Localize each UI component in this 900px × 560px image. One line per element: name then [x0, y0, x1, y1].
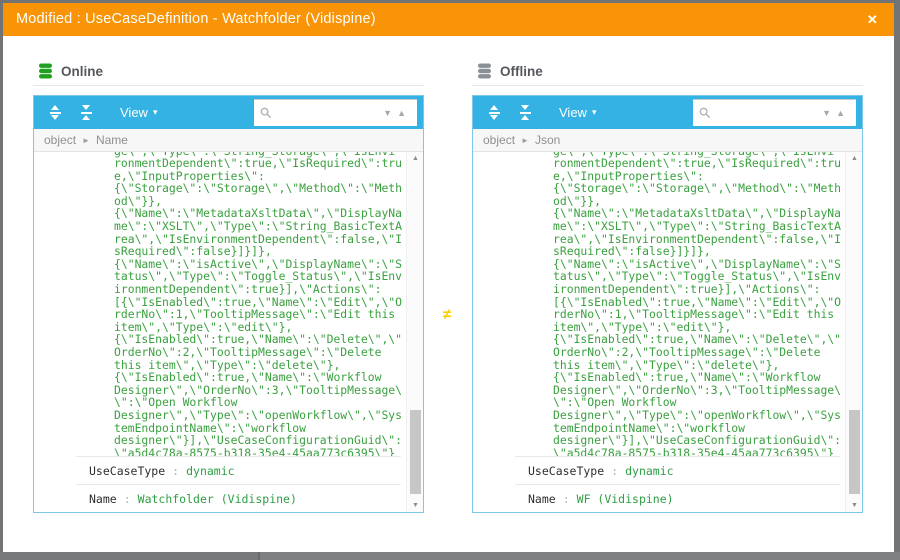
dialog-title: Modified : UseCaseDefinition - Watchfold… [16, 11, 376, 27]
breadcrumb[interactable]: object ► Name [34, 129, 423, 152]
view-dropdown-label: View [120, 105, 148, 120]
field-name: UseCaseType [528, 464, 604, 478]
collapse-all-icon[interactable] [75, 102, 97, 124]
view-dropdown[interactable]: View ▾ [559, 105, 596, 120]
search-input[interactable] [272, 106, 383, 120]
json-text: ge\",\"Type\":\"String_Storage\",\"IsEnv… [114, 152, 405, 456]
editor-toolbar: View ▾ ▼▲ [34, 96, 423, 129]
breadcrumb-root[interactable]: object [44, 133, 76, 147]
breadcrumb-arrow-icon: ► [82, 136, 90, 145]
field-name: Name [89, 492, 117, 506]
collapse-all-icon[interactable] [514, 102, 536, 124]
database-icon [38, 63, 53, 79]
editor-body: ge\",\"Type\":\"String_Storage\",\"IsEnv… [473, 152, 862, 512]
field-value: Watchfolder (Vidispine) [138, 492, 297, 506]
scroll-down-icon[interactable]: ▼ [846, 502, 862, 509]
field-name: Name [528, 492, 556, 506]
breadcrumb-leaf[interactable]: Json [535, 133, 560, 147]
scroll-down-icon[interactable]: ▼ [407, 502, 423, 509]
offline-heading: Offline [472, 63, 863, 79]
field-separator: : [165, 464, 186, 478]
breadcrumb-arrow-icon: ► [521, 136, 529, 145]
search-nav-icons[interactable]: ▼▲ [822, 108, 850, 118]
field-separator: : [556, 492, 577, 506]
online-heading: Online [33, 63, 424, 79]
editor-toolbar: View ▾ ▼▲ [473, 96, 862, 129]
search-nav-icons[interactable]: ▼▲ [383, 108, 411, 118]
search-icon [699, 107, 711, 119]
view-dropdown[interactable]: View ▾ [120, 105, 157, 120]
search-next-icon[interactable]: ▼ [383, 108, 397, 118]
online-json-editor: View ▾ ▼▲ object ► Name [33, 95, 424, 513]
json-string-view: ge\",\"Type\":\"String_Storage\",\"IsEnv… [473, 152, 844, 456]
breadcrumb-leaf[interactable]: Name [96, 133, 128, 147]
dialog-titlebar: Modified : UseCaseDefinition - Watchfold… [3, 3, 894, 36]
heading-divider [33, 85, 424, 86]
field-row-name: Name : WF (Vidispine) [473, 485, 862, 512]
json-string-view: ge\",\"Type\":\"String_Storage\",\"IsEnv… [34, 152, 405, 456]
offline-label: Offline [500, 64, 543, 79]
scrollbar-thumb[interactable] [410, 410, 421, 494]
json-text: ge\",\"Type\":\"String_Storage\",\"IsEnv… [553, 152, 844, 456]
field-row-name: Name : Watchfolder (Vidispine) [34, 485, 423, 512]
search-next-icon[interactable]: ▼ [822, 108, 836, 118]
modal-dialog: Modified : UseCaseDefinition - Watchfold… [3, 3, 894, 552]
search-box: ▼▲ [254, 99, 417, 126]
search-prev-icon[interactable]: ▲ [836, 108, 850, 118]
chevron-down-icon: ▾ [592, 107, 597, 118]
scroll-up-icon[interactable]: ▲ [407, 155, 423, 162]
field-value: dynamic [625, 464, 673, 478]
field-row-usecasetype: UseCaseType : dynamic [34, 457, 423, 484]
search-box: ▼▲ [693, 99, 856, 126]
expand-all-icon[interactable] [44, 102, 66, 124]
view-dropdown-label: View [559, 105, 587, 120]
not-equal-icon: ≠ [443, 306, 451, 323]
search-prev-icon[interactable]: ▲ [397, 108, 411, 118]
field-value: WF (Vidispine) [577, 492, 674, 506]
field-separator: : [604, 464, 625, 478]
search-input[interactable] [711, 106, 822, 120]
offline-column: Offline View ▾ [472, 63, 863, 513]
field-row-usecasetype: UseCaseType : dynamic [473, 457, 862, 484]
page-background: Modified : UseCaseDefinition - Watchfold… [0, 0, 900, 560]
vertical-scrollbar[interactable]: ▲ ▼ [845, 152, 862, 512]
background-page-strip [0, 552, 900, 560]
breadcrumb-root[interactable]: object [483, 133, 515, 147]
expand-all-icon[interactable] [483, 102, 505, 124]
search-icon [260, 107, 272, 119]
close-icon[interactable]: ✕ [867, 3, 878, 36]
scrollbar-thumb[interactable] [849, 410, 860, 494]
database-icon [477, 63, 492, 79]
offline-json-editor: View ▾ ▼▲ object ► Json [472, 95, 863, 513]
online-label: Online [61, 64, 103, 79]
field-name: UseCaseType [89, 464, 165, 478]
chevron-down-icon: ▾ [153, 107, 158, 118]
online-column: Online View ▾ [33, 63, 424, 513]
scroll-up-icon[interactable]: ▲ [846, 155, 862, 162]
breadcrumb[interactable]: object ► Json [473, 129, 862, 152]
field-separator: : [117, 492, 138, 506]
vertical-scrollbar[interactable]: ▲ ▼ [406, 152, 423, 512]
heading-divider [472, 85, 863, 86]
field-value: dynamic [186, 464, 234, 478]
editor-body: ge\",\"Type\":\"String_Storage\",\"IsEnv… [34, 152, 423, 512]
